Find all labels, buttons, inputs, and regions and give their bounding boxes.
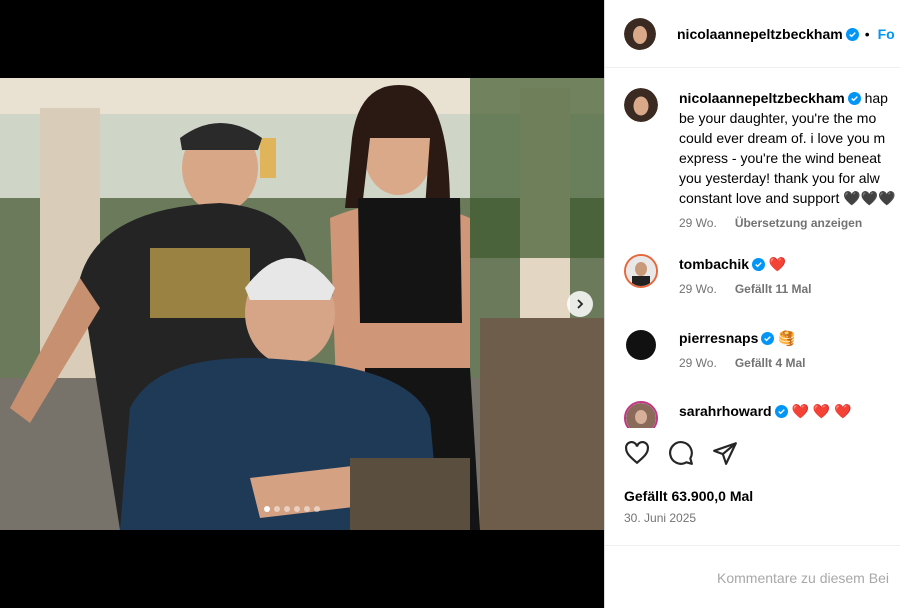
comment-username[interactable]: sarahrhoward [679, 403, 772, 419]
avatar[interactable] [624, 17, 656, 50]
chevron-right-icon [577, 299, 584, 309]
comment-likes[interactable]: Gefällt 11 Mal [735, 279, 812, 299]
carousel-indicator [264, 506, 320, 512]
follow-button[interactable]: Fo [878, 26, 895, 42]
comment-username[interactable]: pierresnaps [679, 330, 758, 346]
verified-badge-icon [752, 258, 766, 271]
carousel-dot [314, 506, 320, 512]
post-date[interactable]: 30. Juni 2025 [624, 511, 696, 525]
verified-badge-icon [845, 27, 859, 41]
carousel-dot [264, 506, 270, 512]
comment-text: ❤️ ❤️ ❤️ [791, 403, 852, 419]
comment-item: pierresnaps 🥞 29 Wo. Gefällt 4 Mal [624, 328, 900, 373]
translate-link[interactable]: Übersetzung anzeigen [735, 213, 862, 233]
verified-badge-icon [761, 332, 775, 345]
caption-row: nicolaannepeltzbeckham hap be your daugh… [624, 88, 900, 233]
post-author-username[interactable]: nicolaannepeltzbeckham [677, 26, 859, 42]
comment-item: tombachik ❤️ 29 Wo. Gefällt 11 Mal [624, 254, 900, 299]
comment-time[interactable]: 29 Wo. [679, 279, 717, 299]
comment-text: 🥞 [778, 330, 796, 346]
verified-badge-icon [847, 92, 861, 105]
media-panel [0, 0, 604, 608]
paper-plane-icon [713, 442, 737, 465]
post-actions [624, 440, 738, 466]
carousel-dot [274, 506, 280, 512]
caption-text: hap be your daughter, you're the mo coul… [679, 90, 896, 206]
avatar[interactable] [624, 254, 658, 288]
add-comment-input[interactable]: Kommentare zu diesem Bei [605, 545, 900, 608]
comments-list[interactable]: nicolaannepeltzbeckham hap be your daugh… [605, 68, 900, 428]
avatar[interactable] [624, 328, 658, 362]
heart-icon [625, 440, 649, 465]
carousel-dot [304, 506, 310, 512]
verified-badge-icon [774, 405, 788, 418]
comment-item: sarahrhoward ❤️ ❤️ ❤️ [624, 401, 900, 428]
comment-text: ❤️ [768, 256, 787, 272]
post-sidebar: nicolaannepeltzbeckham • Fo nicolaannepe… [604, 0, 900, 608]
caption-username[interactable]: nicolaannepeltzbeckham [679, 90, 845, 106]
avatar[interactable] [624, 88, 658, 122]
comment-icon [669, 441, 693, 465]
like-button[interactable] [624, 440, 650, 466]
caption-time[interactable]: 29 Wo. [679, 213, 717, 233]
avatar[interactable] [624, 401, 658, 428]
carousel-dot [294, 506, 300, 512]
comment-username[interactable]: tombachik [679, 256, 749, 272]
share-button[interactable] [712, 440, 738, 466]
comment-likes[interactable]: Gefällt 4 Mal [735, 353, 806, 373]
likes-count[interactable]: Gefällt 63.900,0 Mal [624, 488, 753, 504]
separator-dot: • [864, 25, 870, 42]
photo-illustration [0, 78, 604, 530]
post-photo[interactable] [0, 78, 604, 530]
carousel-dot [284, 506, 290, 512]
comment-button[interactable] [668, 440, 694, 466]
next-slide-button[interactable] [567, 291, 593, 317]
post-header: nicolaannepeltzbeckham • Fo [605, 0, 900, 68]
comment-time[interactable]: 29 Wo. [679, 353, 717, 373]
post-author-name[interactable]: nicolaannepeltzbeckham [677, 26, 843, 42]
